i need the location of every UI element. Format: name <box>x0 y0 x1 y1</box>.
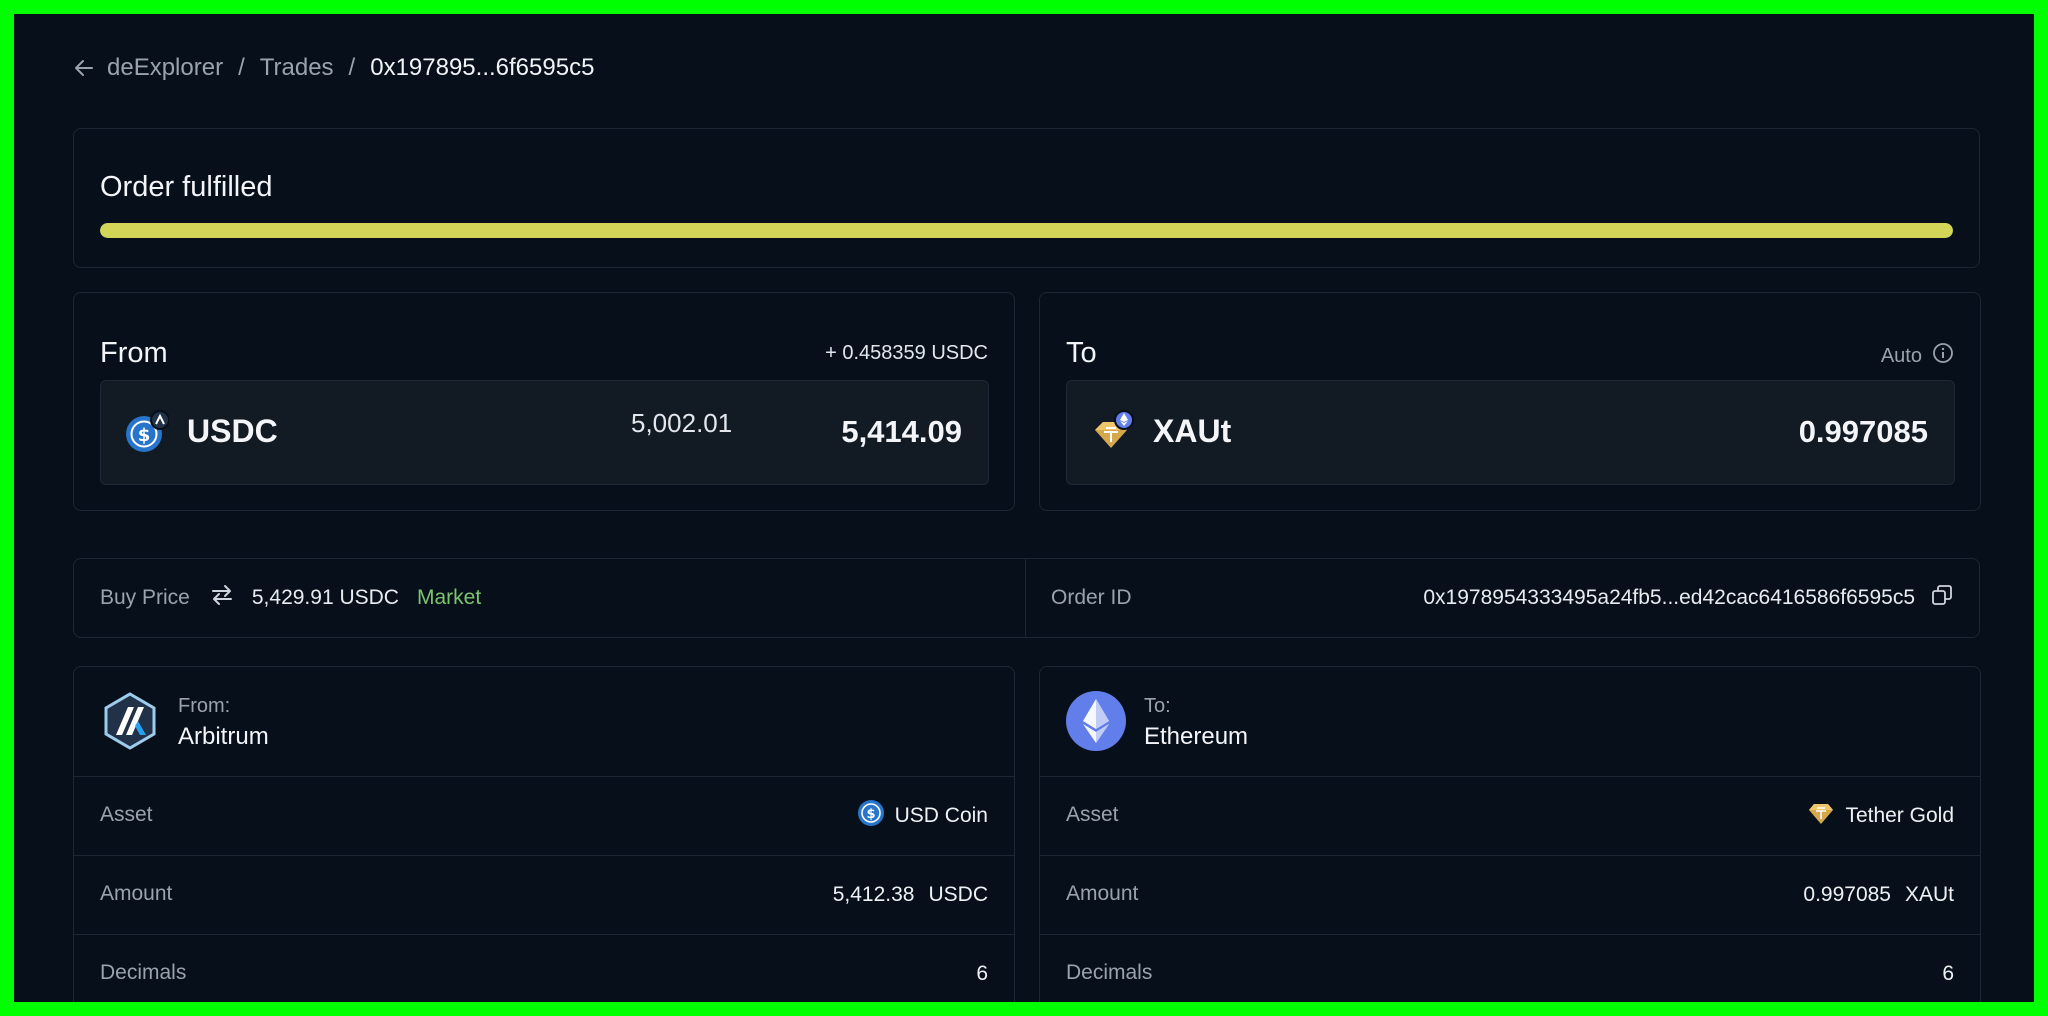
asset-value: $ USD Coin <box>857 777 988 855</box>
from-chain-header: From: Arbitrum <box>74 667 1014 777</box>
from-extra-amount: + 0.458359 USDC <box>825 342 988 364</box>
decimals-value: 6 <box>976 962 988 985</box>
usdc-icon: $ <box>125 410 170 454</box>
from-chain-direction: From: <box>178 695 231 717</box>
asset-name: USD Coin <box>894 804 988 827</box>
order-progress-fill <box>100 223 1953 238</box>
decimals-value: 6 <box>1942 962 1954 985</box>
to-asset-row: Asset Tether Gold <box>1040 777 1980 856</box>
svg-text:$: $ <box>138 425 151 446</box>
order-id-label: Order ID <box>1051 586 1132 609</box>
from-swap-card: From + 0.458359 USDC $ USDC 5,002.01 5,4… <box>73 292 1015 511</box>
amount-unit: XAUt <box>1904 883 1954 906</box>
from-amount-row: Amount 5,412.38 USDC <box>74 856 1014 935</box>
to-token-box: XAUt 0.997085 <box>1066 380 1955 485</box>
from-secondary-amount: 5,002.01 <box>631 408 733 438</box>
market-badge: Market <box>416 586 482 609</box>
info-icon[interactable] <box>1932 342 1954 370</box>
to-token-amount: 0.997085 <box>1798 414 1928 449</box>
asset-name: Tether Gold <box>1845 804 1954 827</box>
back-arrow-icon[interactable] <box>73 56 97 80</box>
decimals-label: Decimals <box>100 961 187 984</box>
buy-price-value: 5,429.91 USDC <box>251 586 399 609</box>
amount-label: Amount <box>100 882 173 905</box>
to-chain-direction: To: <box>1144 695 1171 717</box>
breadcrumb-current: 0x197895...6f6595c5 <box>370 54 595 81</box>
to-amount-row: Amount 0.997085 XAUt <box>1040 856 1980 935</box>
ethereum-icon <box>1066 691 1126 751</box>
to-decimals-row: Decimals 6 <box>1040 935 1980 1002</box>
xaut-icon <box>1091 410 1135 454</box>
page-frame: deExplorer / Trades / 0x197895...6f6595c… <box>14 14 2034 1002</box>
order-id-section: 0x1978954333495a24fb5...ed42cac6416586f6… <box>1423 559 1953 637</box>
from-token-name: USDC <box>187 413 278 449</box>
from-token-amount: 5,414.09 <box>841 414 962 449</box>
amount-value: 0.997085 XAUt <box>1803 856 1954 934</box>
from-decimals-row: Decimals 6 <box>74 935 1014 1002</box>
swap-arrows-icon[interactable] <box>210 583 234 613</box>
from-chain-card: From: Arbitrum Asset $ USD Coin Amount 5… <box>73 666 1015 1002</box>
auto-setting[interactable]: Auto <box>1881 342 1954 370</box>
breadcrumb-separator: / <box>348 54 356 81</box>
to-chain-name: Ethereum <box>1144 723 1249 750</box>
amount-unit: USDC <box>928 883 988 906</box>
tether-gold-icon <box>1807 799 1835 833</box>
breadcrumb-separator: / <box>238 54 245 81</box>
to-label: To <box>1066 337 1097 369</box>
breadcrumb-root-link[interactable]: deExplorer <box>107 54 223 82</box>
buy-price-label: Buy Price <box>100 586 190 609</box>
from-chain-name: Arbitrum <box>178 723 269 750</box>
order-status-card: Order fulfilled <box>73 128 1980 268</box>
order-status-title: Order fulfilled <box>100 171 273 203</box>
divider <box>1025 559 1026 637</box>
amount-number: 0.997085 <box>1803 883 1891 906</box>
svg-text:$: $ <box>866 807 875 822</box>
to-chain-card: To: Ethereum Asset Tether Gold Amount 0.… <box>1039 666 1981 1002</box>
to-swap-card: To Auto XAUt 0.997085 <box>1039 292 1981 511</box>
arbitrum-icon <box>100 691 160 751</box>
asset-label: Asset <box>100 803 153 826</box>
amount-label: Amount <box>1066 882 1139 905</box>
asset-label: Asset <box>1066 803 1119 826</box>
to-chain-header: To: Ethereum <box>1040 667 1980 777</box>
breadcrumb: deExplorer / Trades / 0x197895...6f6595c… <box>73 50 594 86</box>
to-token-name: XAUt <box>1153 413 1232 449</box>
copy-icon[interactable] <box>1931 584 1953 612</box>
order-progress-bar <box>100 223 1953 238</box>
decimals-label: Decimals <box>1066 961 1153 984</box>
breadcrumb-trades-link[interactable]: Trades <box>260 54 334 82</box>
from-token-box: $ USDC 5,002.01 5,414.09 <box>100 380 989 485</box>
asset-value: Tether Gold <box>1807 777 1954 855</box>
auto-label: Auto <box>1880 344 1922 367</box>
from-label: From <box>100 337 168 369</box>
buy-price-section: Buy Price 5,429.91 USDC Market <box>100 559 481 637</box>
order-id-value: 0x1978954333495a24fb5...ed42cac6416586f6… <box>1423 586 1915 609</box>
usd-coin-icon: $ <box>857 799 885 833</box>
amount-number: 5,412.38 <box>832 883 915 906</box>
amount-value: 5,412.38 USDC <box>833 856 988 934</box>
price-order-card: Buy Price 5,429.91 USDC Market Order ID … <box>73 558 1980 638</box>
from-asset-row: Asset $ USD Coin <box>74 777 1014 856</box>
